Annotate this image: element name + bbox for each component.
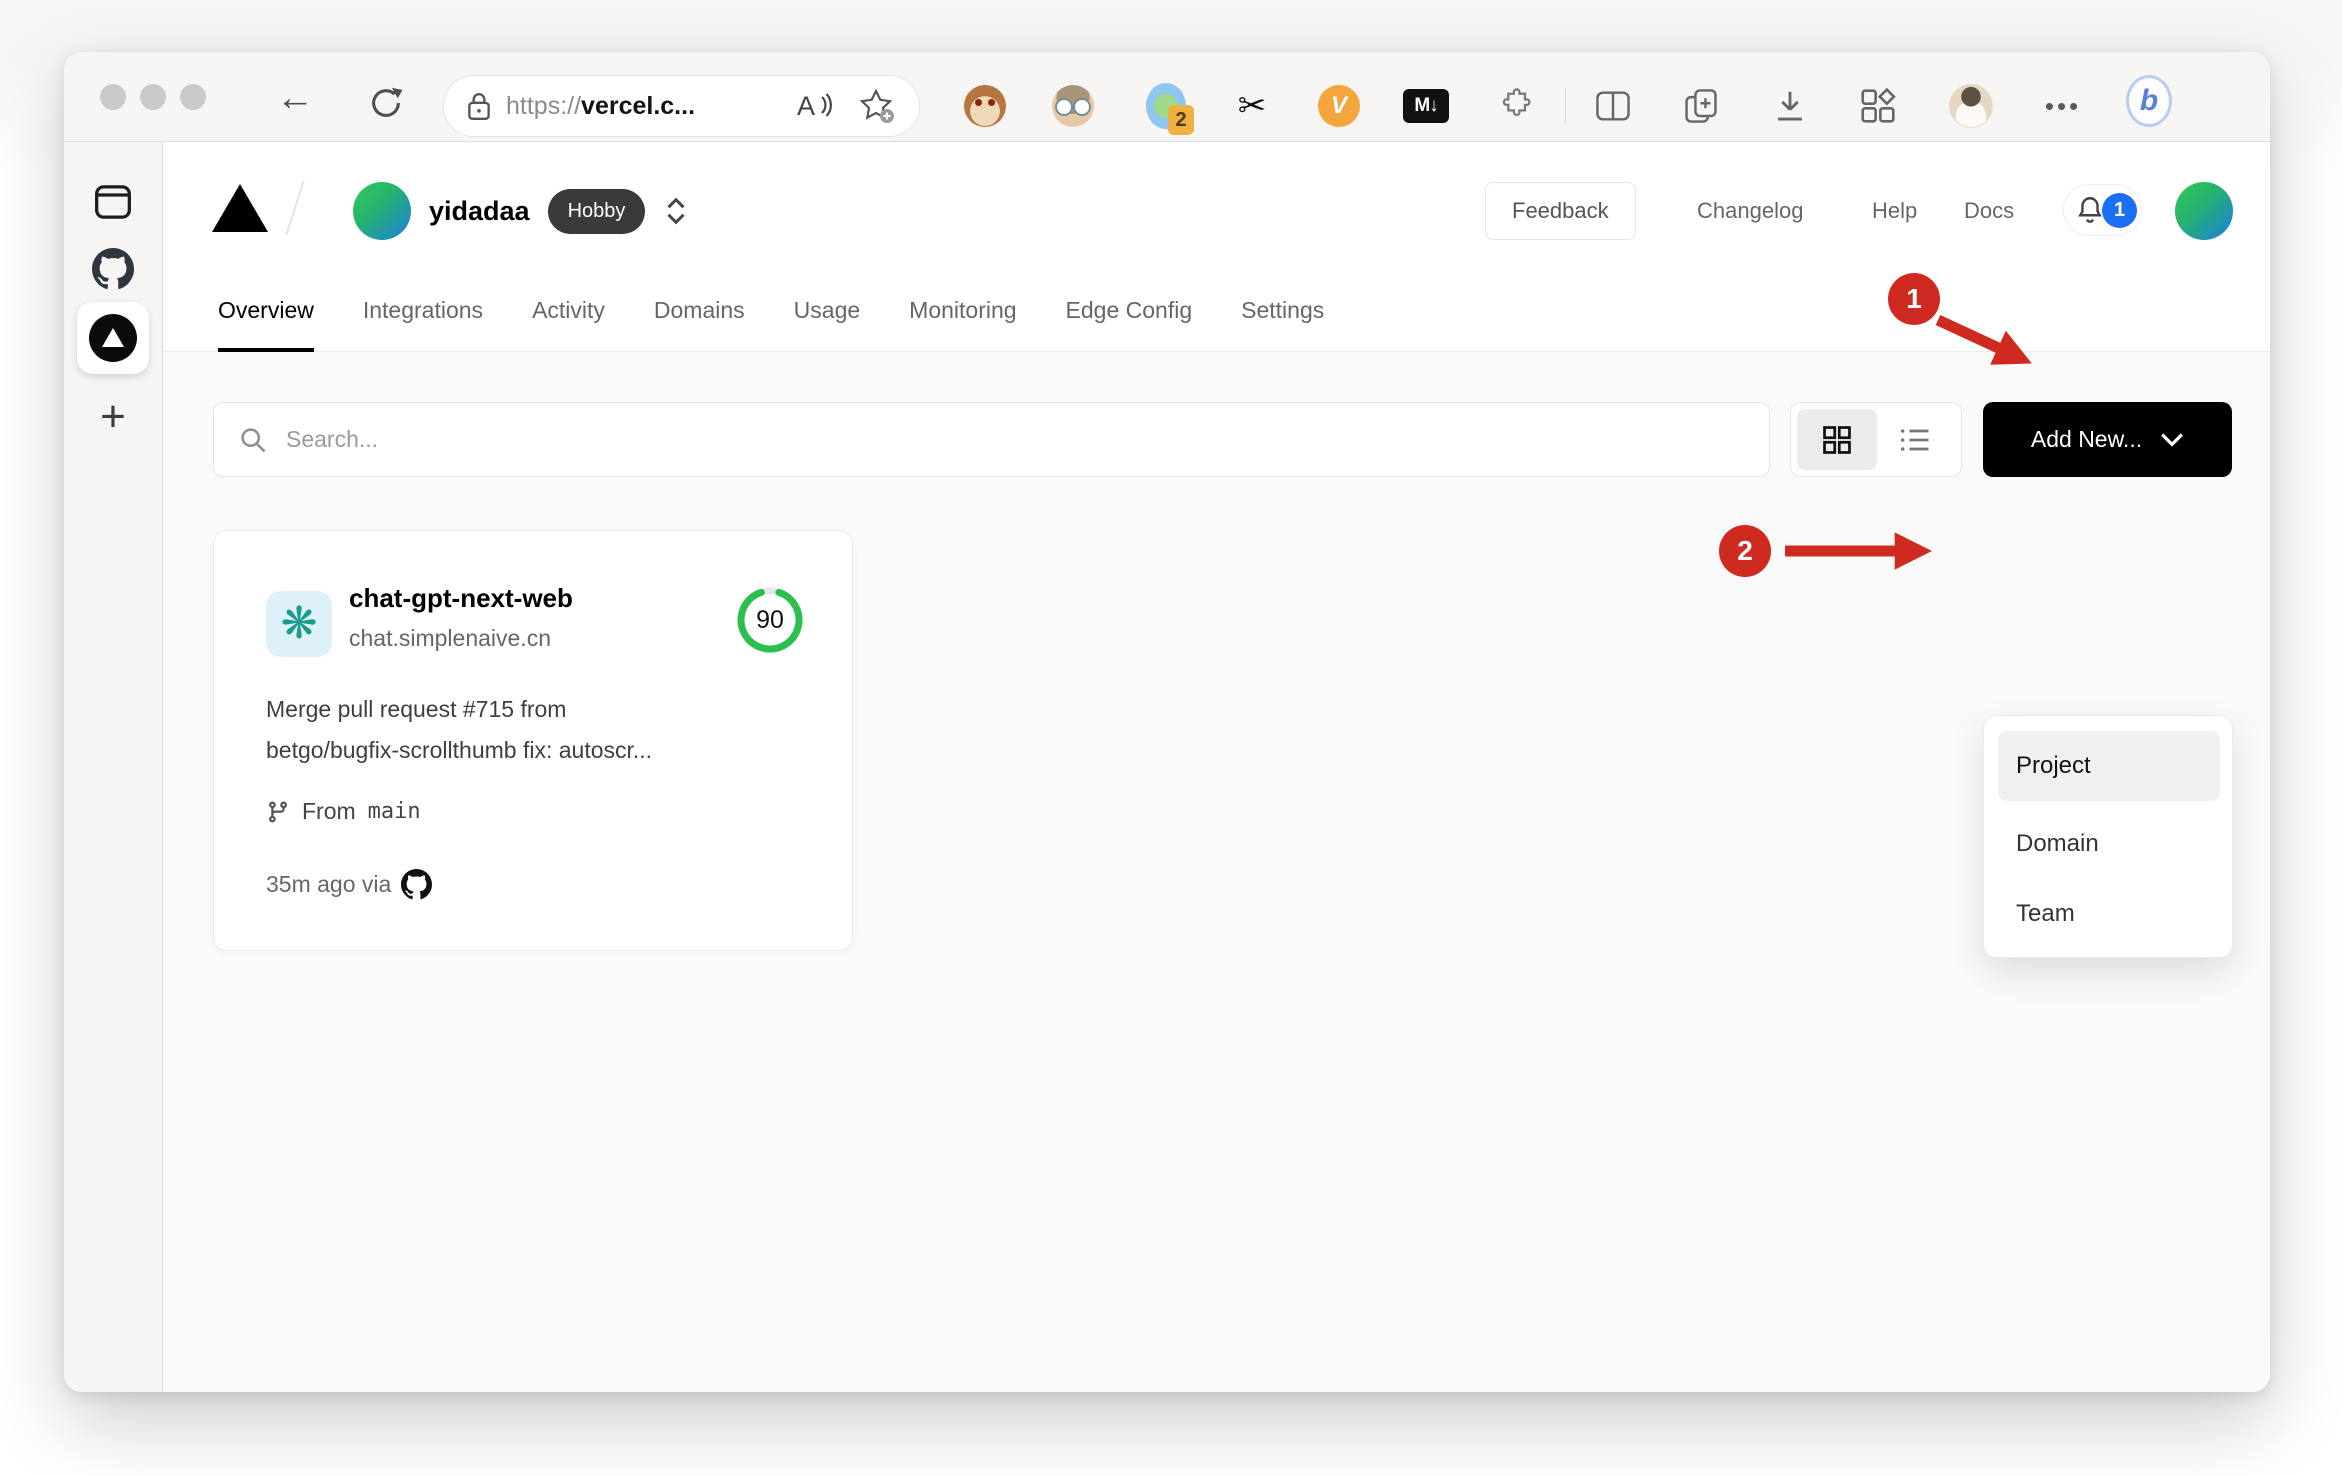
annotation-arrow-2: [1785, 532, 1933, 570]
annotation-arrow-1: [1935, 315, 2032, 365]
github-icon: [401, 869, 433, 900]
clipper-extension-icon[interactable]: ✂: [1229, 83, 1275, 129]
split-screen-icon[interactable]: [1590, 83, 1636, 129]
analytics-score[interactable]: 90: [737, 587, 803, 653]
vercel-logo[interactable]: [212, 184, 268, 232]
back-icon[interactable]: ←: [276, 76, 314, 120]
read-aloud-icon[interactable]: A: [795, 89, 835, 123]
dropdown-item-domain[interactable]: Domain: [1998, 809, 2220, 879]
url-host: vercel.c...: [581, 91, 696, 120]
tab-domains[interactable]: Domains: [654, 270, 745, 351]
toolbar-divider: [1565, 88, 1566, 124]
git-branch-icon: [268, 801, 287, 823]
feedback-button[interactable]: Feedback: [1485, 182, 1636, 240]
commit-line-1: Merge pull request #715 from: [266, 696, 567, 722]
notifications-button[interactable]: 1: [2063, 184, 2142, 236]
user-avatar[interactable]: [2175, 182, 2233, 240]
url-text: https://vercel.c...: [506, 92, 695, 121]
close-window-button[interactable]: [100, 84, 126, 110]
grid-view-icon: [1823, 425, 1851, 454]
add-new-button[interactable]: Add New...: [1983, 402, 2232, 477]
notification-count-badge: 1: [2102, 193, 2137, 228]
score-value: 90: [756, 605, 784, 634]
extensions-puzzle-icon[interactable]: [1492, 83, 1538, 129]
vercel-tab-active[interactable]: [77, 302, 149, 374]
team-name: yidadaa: [429, 195, 530, 226]
v-extension-icon[interactable]: V: [1316, 83, 1362, 129]
branch-name: main: [367, 799, 421, 824]
list-view-icon: [1900, 428, 1929, 451]
dropdown-item-project[interactable]: Project: [1998, 731, 2220, 801]
badged-extension-icon[interactable]: 2: [1143, 83, 1194, 135]
tab-edge-config[interactable]: Edge Config: [1066, 270, 1193, 351]
deployment-meta: 35m ago via: [266, 869, 433, 900]
browser-sidebar: +: [64, 142, 163, 1392]
browser-window: ← https://vercel.c... A 2 ✂ V M↓ ••• b +…: [64, 52, 2270, 1392]
add-new-dropdown: Project Domain Team: [1983, 715, 2233, 958]
tab-usage[interactable]: Usage: [794, 270, 860, 351]
new-tab-icon[interactable]: +: [100, 395, 126, 439]
more-menu-icon[interactable]: •••: [2040, 83, 2086, 129]
svg-text:A: A: [797, 91, 815, 121]
dropdown-item-team[interactable]: Team: [1998, 879, 2220, 949]
dashboard-content: Add New... ❋ chat-gpt-next-web chat.simp…: [163, 352, 2270, 1392]
address-bar[interactable]: https://vercel.c... A: [443, 75, 920, 137]
url-scheme: https://: [506, 91, 582, 120]
markdown-extension-icon[interactable]: M↓: [1403, 83, 1449, 129]
tab-integrations[interactable]: Integrations: [363, 270, 483, 351]
commit-line-2: betgo/bugfix-scrollthumb fix: autoscr...: [266, 737, 653, 763]
branch-row: From main: [266, 798, 421, 825]
tab-activity[interactable]: Activity: [532, 270, 605, 351]
tab-overview[interactable]: Overview: [218, 270, 314, 352]
browser-toolbar: ← https://vercel.c... A 2 ✂ V M↓ ••• b: [64, 52, 2270, 142]
project-icon: ❋: [266, 591, 332, 657]
extension-badge: 2: [1168, 105, 1194, 135]
minimize-window-button[interactable]: [140, 84, 166, 110]
collections-icon[interactable]: [1678, 83, 1724, 129]
feedback-label: Feedback: [1512, 198, 1609, 223]
docs-link[interactable]: Docs: [1964, 182, 2014, 240]
deploy-time: 35m ago via: [266, 871, 392, 897]
apps-grid-icon[interactable]: [1855, 83, 1901, 129]
plan-badge: Hobby: [547, 188, 646, 234]
team-avatar: [353, 182, 411, 240]
tab-monitoring[interactable]: Monitoring: [909, 270, 1016, 351]
browser-profile-avatar[interactable]: [1948, 83, 1994, 129]
grid-view-button[interactable]: [1797, 409, 1877, 470]
scope-selector-icon[interactable]: [663, 196, 689, 226]
lock-icon: [468, 93, 490, 121]
github-tab-icon[interactable]: [92, 248, 134, 290]
add-favorite-icon[interactable]: [857, 86, 897, 126]
tampermonkey-extension-icon[interactable]: [962, 83, 1008, 129]
refresh-icon[interactable]: [366, 83, 406, 123]
zoom-window-button[interactable]: [180, 84, 206, 110]
team-switcher[interactable]: yidadaa Hobby: [353, 182, 689, 240]
annotation-step-2: 2: [1719, 525, 1771, 577]
search-input[interactable]: [286, 426, 1745, 453]
tab-settings[interactable]: Settings: [1241, 270, 1324, 351]
list-view-button[interactable]: [1875, 409, 1955, 470]
branch-prefix: From: [302, 798, 356, 824]
tab-panel-icon[interactable]: [92, 182, 134, 222]
project-name[interactable]: chat-gpt-next-web: [349, 583, 573, 614]
add-new-label: Add New...: [2030, 426, 2143, 452]
downloads-icon[interactable]: [1767, 83, 1813, 129]
vercel-dashboard: yidadaa Hobby Feedback Changelog Help Do…: [163, 142, 2270, 1392]
project-card[interactable]: ❋ chat-gpt-next-web chat.simplenaive.cn …: [213, 530, 853, 951]
project-search[interactable]: [213, 402, 1770, 477]
openai-logo-icon: ❋: [280, 598, 318, 649]
bing-chat-icon[interactable]: b: [2126, 75, 2172, 127]
vercel-favicon: [89, 314, 137, 362]
changelog-link[interactable]: Changelog: [1697, 182, 1803, 240]
chevron-down-icon: [2161, 432, 2184, 447]
avatar-extension-icon[interactable]: [1050, 83, 1096, 129]
breadcrumb-slash: [285, 181, 305, 235]
search-icon: [241, 427, 266, 452]
help-link[interactable]: Help: [1872, 182, 1917, 240]
view-toggle: [1790, 402, 1962, 477]
project-domain[interactable]: chat.simplenaive.cn: [349, 625, 551, 652]
commit-message: Merge pull request #715 from betgo/bugfi…: [266, 689, 806, 771]
